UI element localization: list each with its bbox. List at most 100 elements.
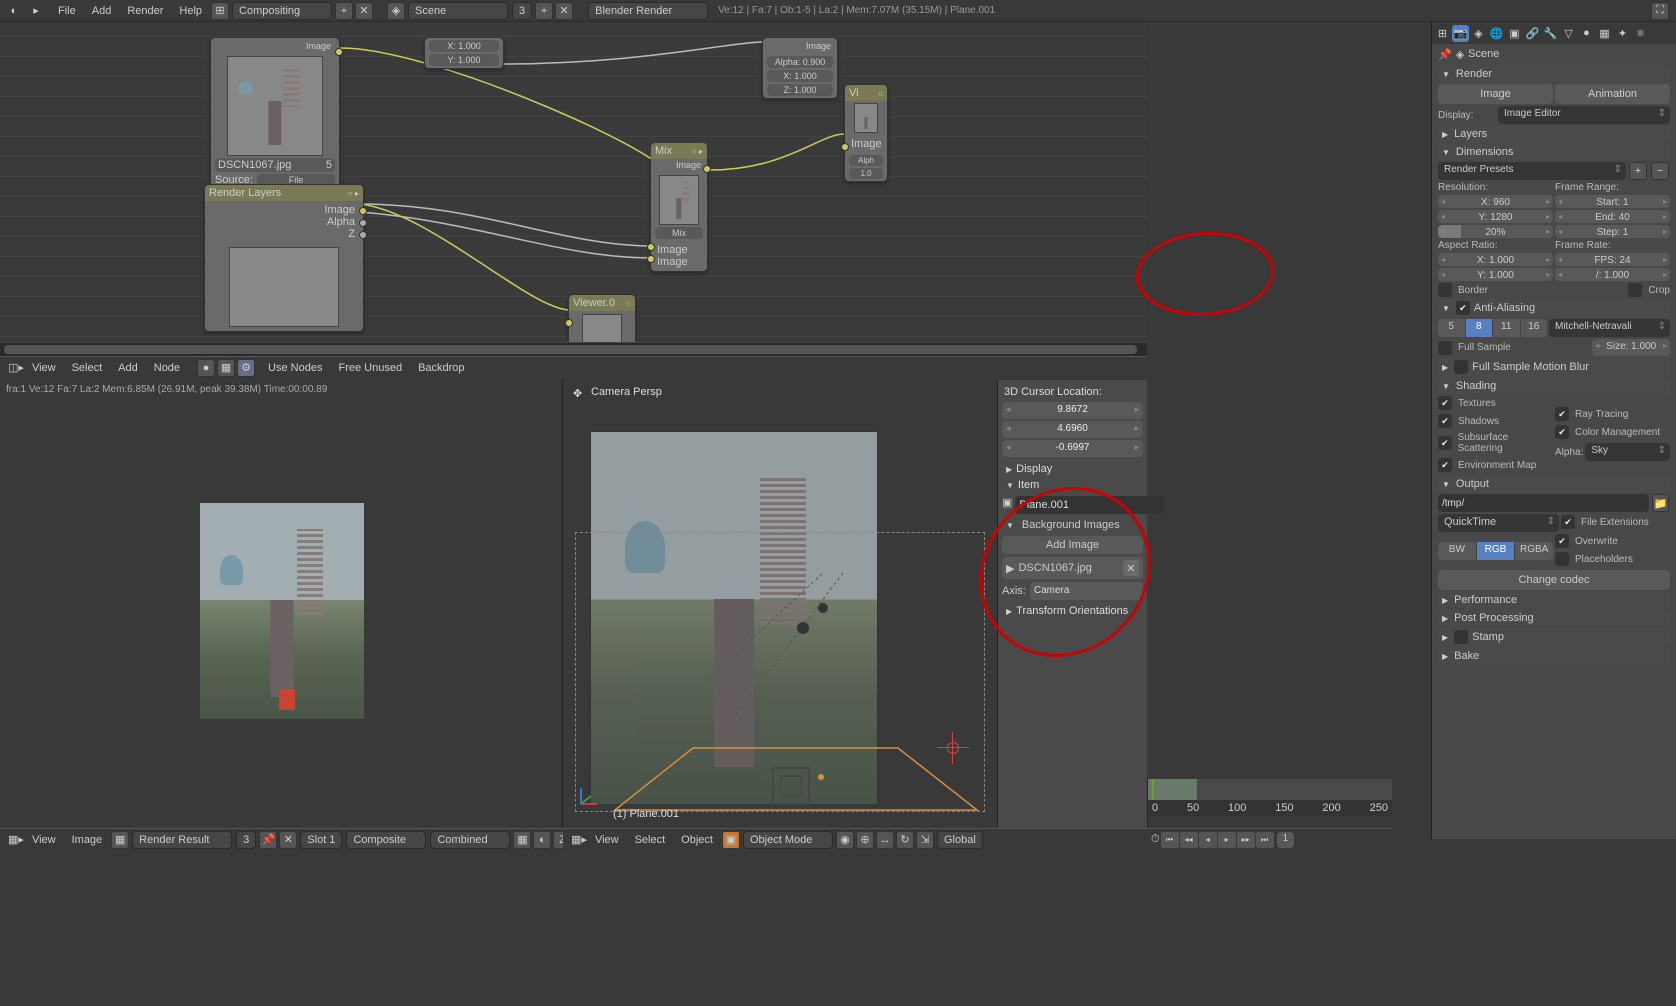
fullscreen-toggle[interactable]: ⛶ (1651, 2, 1669, 20)
res-x[interactable]: X: 960 (1438, 195, 1553, 208)
compositing-tree[interactable]: ⚙ (237, 359, 255, 377)
item-name-input[interactable] (1015, 496, 1165, 514)
menu-help[interactable]: Help (171, 5, 210, 17)
cm-check[interactable] (1555, 425, 1569, 439)
image-browse-icon[interactable]: ▦ (111, 831, 129, 849)
panel-post[interactable]: Post Processing (1438, 610, 1670, 626)
comp-val[interactable]: 1.0 (849, 168, 883, 179)
res-pct[interactable]: 20% (1438, 225, 1553, 238)
tab-data-icon[interactable]: ▽ (1560, 25, 1577, 42)
channels-icon[interactable]: ▦ (513, 831, 531, 849)
menu-select[interactable]: Select (64, 362, 111, 374)
scene-dropdown[interactable]: Scene (408, 2, 508, 20)
current-frame[interactable]: 1 (1277, 832, 1295, 848)
key-next[interactable]: ▸▸ (1237, 832, 1255, 848)
layout-dropdown[interactable]: Compositing (232, 2, 332, 20)
full-sample-check[interactable] (1438, 341, 1452, 355)
render-animation-button[interactable]: Animation (1555, 84, 1670, 104)
bg-image-row[interactable]: ▶ DSCN1067.jpg ✕ (1002, 557, 1143, 579)
panel-performance[interactable]: Performance (1438, 592, 1670, 608)
panel-aa[interactable]: Anti-Aliasing (1438, 299, 1670, 317)
menu-file[interactable]: File (50, 5, 84, 17)
cursor-x[interactable]: 9.8672 (1002, 402, 1143, 419)
raytrace-check[interactable] (1555, 407, 1569, 421)
render-engine-dropdown[interactable]: Blender Render (588, 2, 708, 20)
cursor-z[interactable]: -0.6997 (1002, 440, 1143, 457)
add-layout-button[interactable]: + (335, 2, 353, 20)
panel-dimensions[interactable]: Dimensions (1438, 144, 1670, 160)
mix-node[interactable]: Mix○ ▸ Image Mix Image Image (650, 156, 708, 272)
panel-layers[interactable]: Layers (1438, 126, 1670, 142)
fr-start[interactable]: Start: 1 (1555, 195, 1670, 208)
panel-item[interactable]: Item (1002, 477, 1143, 493)
timeline[interactable]: 050100150200250 (1147, 779, 1392, 828)
editor-type-icon[interactable]: ◫ (8, 361, 18, 374)
output-path-input[interactable] (1438, 494, 1649, 512)
menu-add[interactable]: Add (110, 362, 146, 374)
render-presets-dropdown[interactable]: Render Presets (1438, 162, 1626, 180)
editor-type-icon[interactable]: ▦ (8, 833, 18, 846)
sss-check[interactable] (1438, 436, 1452, 450)
image-editor-viewport[interactable]: fra:1 Ve:12 Fa:7 La:2 Mem:6.85M (26.91M,… (0, 378, 563, 828)
menu-view[interactable]: View (587, 834, 627, 846)
panel-render[interactable]: Render (1438, 66, 1670, 82)
menu-render[interactable]: Render (119, 5, 171, 17)
expand-icon[interactable]: ▸ (28, 3, 44, 19)
slot-dropdown[interactable]: Slot 1 (300, 831, 342, 849)
alpha-value[interactable]: Alpha: 0.900 (767, 56, 833, 68)
alpha-dropdown[interactable]: Sky (1585, 443, 1670, 461)
tab-particles-icon[interactable]: ✦ (1614, 25, 1631, 42)
pin-icon[interactable]: 📌 (1438, 48, 1452, 61)
panel-transform-orient[interactable]: Transform Orientations (1002, 603, 1143, 619)
material-tree[interactable]: ● (197, 359, 215, 377)
play-fwd[interactable]: ▸ (1218, 832, 1236, 848)
remove-bg-button[interactable]: ✕ (1123, 560, 1139, 576)
shadows-check[interactable] (1438, 414, 1452, 428)
mix-mode[interactable]: Mix (655, 227, 703, 239)
add-image-button[interactable]: Add Image (1002, 536, 1143, 554)
panel-shading[interactable]: Shading (1438, 378, 1670, 394)
pivot-icon[interactable]: ⊕ (856, 831, 874, 849)
menu-node[interactable]: Node (146, 362, 188, 374)
editor-type-icon[interactable]: ⏱ (1151, 833, 1160, 846)
scene-browse-icon[interactable]: ◈ (387, 2, 405, 20)
fr-step[interactable]: Step: 1 (1555, 225, 1670, 238)
alpha-icon[interactable]: ◐ (533, 831, 551, 849)
panel-display[interactable]: Display (1002, 461, 1143, 477)
panel-stamp[interactable]: Stamp (1438, 628, 1670, 646)
orientation-dropdown[interactable]: Global (937, 831, 983, 849)
menu-view[interactable]: View (24, 834, 64, 846)
manip-scale[interactable]: ⇲ (916, 831, 934, 849)
tab-wrench-icon[interactable]: ⊞ (1434, 25, 1451, 42)
add-preset-button[interactable]: + (1629, 162, 1647, 180)
alpha-over-node[interactable]: Image Alpha: 0.900 X: 1.000 Z: 1.000 (762, 37, 838, 99)
overwrite-check[interactable] (1555, 534, 1569, 548)
fr-end[interactable]: End: 40 (1555, 210, 1670, 223)
node-x-value[interactable]: X: 1.000 (429, 40, 499, 52)
remove-layout-button[interactable]: ✕ (355, 2, 373, 20)
channel-dropdown[interactable]: Combined (430, 831, 510, 849)
render-image-button[interactable]: Image (1438, 84, 1553, 104)
ar-y[interactable]: Y: 1.000 (1438, 268, 1553, 281)
panel-fsmb[interactable]: Full Sample Motion Blur (1438, 358, 1670, 376)
composite-node[interactable]: Vi○ Image Alph 1.0 (844, 84, 888, 182)
panel-bake[interactable]: Bake (1438, 648, 1670, 664)
tab-modifiers-icon[interactable]: 🔧 (1542, 25, 1559, 42)
image-node[interactable]: Image DSCN1067.jpg 5 Source: File (210, 37, 340, 190)
color-mode[interactable]: BWRGBRGBA (1438, 542, 1553, 560)
tab-constraints-icon[interactable]: 🔗 (1524, 25, 1541, 42)
texture-tree[interactable]: ▦ (217, 359, 235, 377)
border-check[interactable] (1438, 283, 1452, 297)
alpha-x[interactable]: X: 1.000 (767, 70, 833, 82)
manip-translate[interactable]: ↔ (876, 831, 894, 849)
node-y-value[interactable]: Y: 1.000 (429, 54, 499, 66)
menu-select[interactable]: Select (627, 834, 674, 846)
aa-filter-dropdown[interactable]: Mitchell-Netravali (1549, 319, 1670, 337)
image-dropdown[interactable]: Render Result (132, 831, 232, 849)
add-scene-button[interactable]: + (535, 2, 553, 20)
cursor-y[interactable]: 4.6960 (1002, 421, 1143, 438)
format-dropdown[interactable]: QuickTime (1438, 514, 1559, 532)
pin-icon[interactable]: 📌 (259, 831, 277, 849)
menu-add[interactable]: Add (84, 5, 120, 17)
axis-dropdown[interactable]: Camera (1030, 582, 1143, 600)
